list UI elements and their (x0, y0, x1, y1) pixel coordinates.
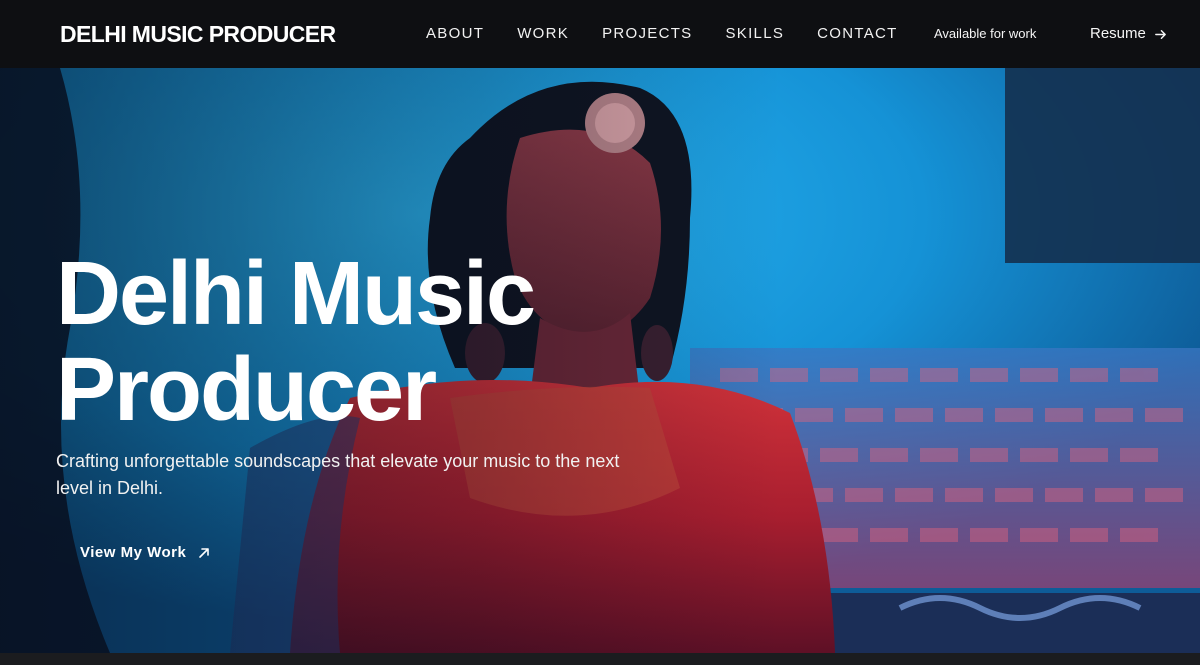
hero-title-line-1: Delhi Music (56, 244, 536, 344)
hero-title-line-2: Producer (56, 340, 437, 440)
nav-link-skills[interactable]: SKILLS (725, 24, 784, 44)
nav-link-work[interactable]: WORK (517, 24, 569, 44)
brand-logo[interactable]: DELHI MUSIC PRODUCER (60, 19, 336, 49)
top-navigation: DELHI MUSIC PRODUCER ABOUT WORK PROJECTS… (0, 0, 1200, 68)
next-section-edge (0, 653, 1200, 665)
arrow-up-right-icon (199, 547, 210, 558)
main-menu: ABOUT WORK PROJECTS SKILLS CONTACT (426, 24, 931, 44)
view-my-work-label: View My Work (80, 544, 187, 561)
hero-title: Delhi Music Producer (56, 246, 676, 438)
availability-status: Available for work (934, 26, 1037, 41)
resume-button[interactable]: Resume (1090, 24, 1167, 44)
resume-label: Resume (1090, 25, 1146, 42)
nav-link-about[interactable]: ABOUT (426, 24, 484, 44)
page: DELHI MUSIC PRODUCER ABOUT WORK PROJECTS… (0, 0, 1200, 665)
arrow-right-icon (1154, 29, 1166, 39)
nav-link-contact[interactable]: CONTACT (817, 24, 897, 44)
hero-section: Delhi Music Producer Crafting unforgetta… (0, 68, 1200, 653)
nav-link-projects[interactable]: PROJECTS (602, 24, 692, 44)
hero-subtitle: Crafting unforgettable soundscapes that … (56, 451, 620, 498)
view-my-work-button[interactable]: View My Work (80, 544, 210, 561)
